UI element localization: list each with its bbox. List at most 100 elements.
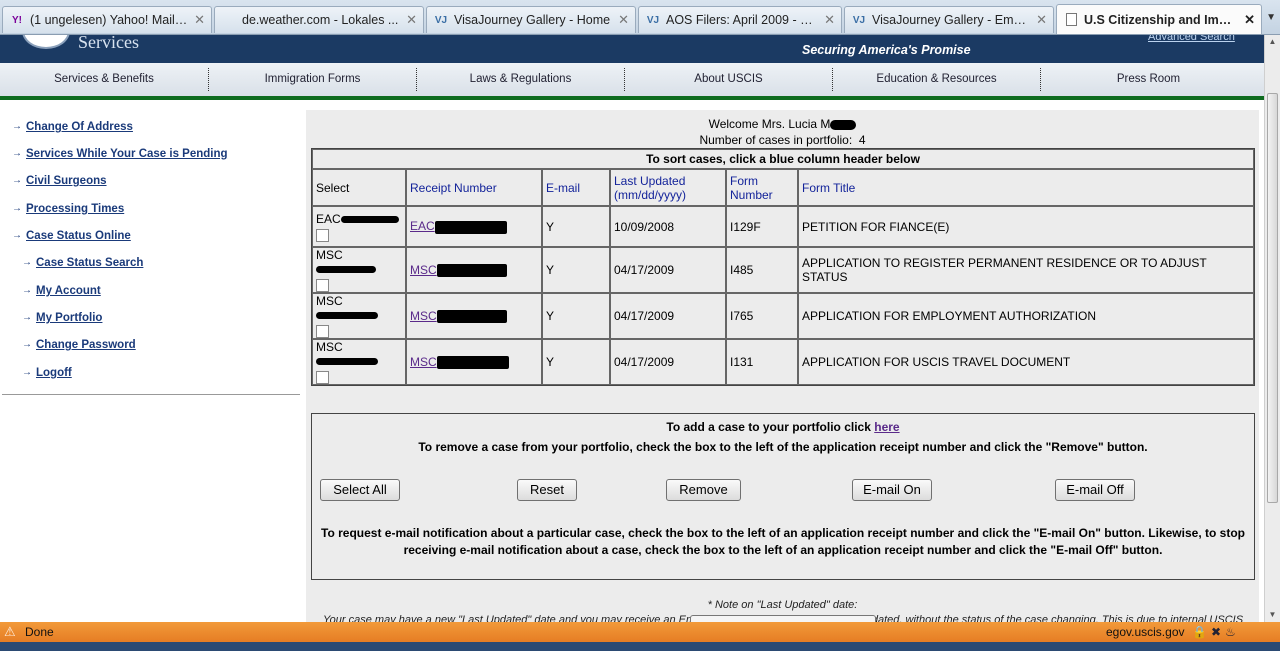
sidebar-item-processing-times[interactable]: Processing Times <box>26 203 124 215</box>
case-checkbox[interactable] <box>316 228 329 242</box>
receipt-prefix: MSC <box>316 340 343 354</box>
cases-table: To sort cases, click a blue column heade… <box>311 148 1255 386</box>
reset-button[interactable]: Reset <box>517 479 577 501</box>
redacted-receipt <box>316 312 378 320</box>
portfolio-panel: Welcome Mrs. Lucia M Number of cases in … <box>306 110 1259 622</box>
sidebar-item-change-password[interactable]: Change Password <box>36 339 136 351</box>
tab-title: VisaJourney Gallery - Emplo... <box>872 13 1031 27</box>
column-header-form-number[interactable]: Form Number <box>726 169 798 206</box>
arrow-icon: → <box>22 285 32 296</box>
browser-tab-aos-filers[interactable]: VJ AOS Filers: April 2009 - VisaJ... ✕ <box>638 6 842 33</box>
printer-friendly-button[interactable] <box>690 615 876 622</box>
redacted-receipt <box>316 266 376 274</box>
close-tab-icon[interactable]: ✕ <box>194 12 205 28</box>
arrow-icon: → <box>22 367 32 378</box>
advanced-search-link[interactable]: Advanced Search <box>1148 35 1235 43</box>
nav-press-room[interactable]: Press Room <box>1041 63 1256 96</box>
case-checkbox[interactable] <box>316 279 329 292</box>
browser-tab-uscis[interactable]: U.S Citizenship and Immig... ✕ <box>1056 4 1262 34</box>
arrow-icon: → <box>12 230 22 241</box>
redacted-receipt <box>340 215 399 223</box>
add-case-link[interactable]: here <box>874 420 899 434</box>
sidebar-item-change-of-address[interactable]: Change Of Address <box>26 121 133 133</box>
arrow-icon: → <box>12 175 22 186</box>
tab-title: AOS Filers: April 2009 - VisaJ... <box>666 13 818 27</box>
remove-button[interactable]: Remove <box>666 479 741 501</box>
email-on-button[interactable]: E-mail On <box>852 479 932 501</box>
column-header-last-updated[interactable]: Last Updated (mm/dd/yyyy) <box>610 169 726 206</box>
form-number-cell: I131 <box>726 339 798 385</box>
sidebar-item-services-pending[interactable]: Services While Your Case is Pending <box>26 148 228 160</box>
table-row: MSC MSC Y 04/17/2009 I765 APPLICATION FO… <box>312 293 1254 339</box>
case-count-label: Number of cases in portfolio: <box>699 133 853 147</box>
email-off-button[interactable]: E-mail Off <box>1055 479 1135 501</box>
arrow-icon: → <box>22 339 32 350</box>
receipt-link[interactable]: EAC <box>410 219 435 233</box>
sidebar-item-civil-surgeons[interactable]: Civil Surgeons <box>26 175 107 187</box>
redacted-receipt <box>436 356 509 370</box>
scrollbar-thumb[interactable] <box>1267 93 1278 503</box>
last-updated-format: (mm/dd/yyyy) <box>614 187 686 202</box>
email-cell: Y <box>542 339 610 385</box>
select-all-button[interactable]: Select All <box>320 479 400 501</box>
form-number-cell: I129F <box>726 206 798 247</box>
visajourney-favicon-icon: VJ <box>434 14 448 26</box>
column-header-email[interactable]: E-mail <box>542 169 610 206</box>
scroll-down-arrow-icon[interactable]: ▼ <box>1265 608 1280 622</box>
close-tab-icon[interactable]: ✕ <box>824 12 835 28</box>
nav-laws-regulations[interactable]: Laws & Regulations <box>417 63 624 96</box>
tab-title: VisaJourney Gallery - Home <box>454 13 611 27</box>
select-cell: MSC <box>312 293 406 339</box>
welcome-line: Welcome Mrs. Lucia M <box>306 117 1259 131</box>
warning-icon: ⚠ <box>4 624 16 639</box>
status-addon-icons[interactable]: 🔒✖♨ <box>1192 625 1240 639</box>
close-tab-icon[interactable]: ✕ <box>406 12 417 28</box>
sidebar-item-logoff[interactable]: Logoff <box>36 367 72 379</box>
nav-about-uscis[interactable]: About USCIS <box>625 63 832 96</box>
browser-tab-weather[interactable]: de.weather.com - Lokales ... ✕ <box>214 6 424 33</box>
browser-tab-visajourney-employment[interactable]: VJ VisaJourney Gallery - Emplo... ✕ <box>844 6 1054 33</box>
agency-name: Services <box>78 35 139 52</box>
last-updated-cell: 04/17/2009 <box>610 339 726 385</box>
close-tab-icon[interactable]: ✕ <box>618 12 629 28</box>
receipt-link[interactable]: MSC <box>410 263 437 277</box>
page-favicon-icon <box>1063 13 1079 27</box>
form-title-cell: APPLICATION TO REGISTER PERMANENT RESIDE… <box>798 247 1254 293</box>
note-title: * Note on "Last Updated" date: <box>707 599 858 611</box>
blank-favicon-icon <box>221 13 237 27</box>
tab-list-dropdown-icon[interactable]: ▼ <box>1266 12 1276 23</box>
receipt-prefix: MSC <box>316 248 343 262</box>
last-updated-cell: 04/17/2009 <box>610 247 726 293</box>
sidebar-item-case-status-online[interactable]: Case Status Online <box>26 230 131 242</box>
close-tab-icon[interactable]: ✕ <box>1244 12 1255 28</box>
receipt-cell: MSC <box>406 247 542 293</box>
last-updated-label: Last Updated <box>614 173 686 188</box>
sort-hint: To sort cases, click a blue column heade… <box>312 149 1254 169</box>
sidebar-item-case-status-search[interactable]: Case Status Search <box>36 257 143 269</box>
receipt-link[interactable]: MSC <box>410 309 437 323</box>
sidebar-item-my-account[interactable]: My Account <box>36 285 101 297</box>
receipt-cell: MSC <box>406 293 542 339</box>
page-scrollbar[interactable]: ▲ ▼ <box>1264 35 1280 622</box>
case-checkbox[interactable] <box>316 371 329 384</box>
column-header-form-title[interactable]: Form Title <box>798 169 1254 206</box>
remove-instructions: To remove a case from your portfolio, ch… <box>418 440 1148 454</box>
arrow-icon: → <box>22 257 32 268</box>
tab-title: de.weather.com - Lokales ... <box>242 13 399 27</box>
nav-education-resources[interactable]: Education & Resources <box>833 63 1040 96</box>
browser-tab-visajourney-home[interactable]: VJ VisaJourney Gallery - Home ✕ <box>426 6 636 33</box>
nav-immigration-forms[interactable]: Immigration Forms <box>209 63 416 96</box>
scroll-up-arrow-icon[interactable]: ▲ <box>1265 35 1280 49</box>
column-header-receipt-number[interactable]: Receipt Number <box>406 169 542 206</box>
nav-services-benefits[interactable]: Services & Benefits <box>0 63 208 96</box>
arrow-icon: → <box>12 148 22 159</box>
case-checkbox[interactable] <box>316 325 329 338</box>
browser-tab-yahoo-mail[interactable]: Y! (1 ungelesen) Yahoo! Mail, ... ✕ <box>2 6 212 33</box>
redacted-receipt <box>316 358 378 366</box>
sidebar-item-my-portfolio[interactable]: My Portfolio <box>36 312 102 324</box>
close-tab-icon[interactable]: ✕ <box>1036 12 1047 28</box>
select-cell: EAC <box>312 206 406 247</box>
arrow-icon: → <box>12 203 22 214</box>
receipt-link[interactable]: MSC <box>410 355 437 369</box>
email-cell: Y <box>542 206 610 247</box>
